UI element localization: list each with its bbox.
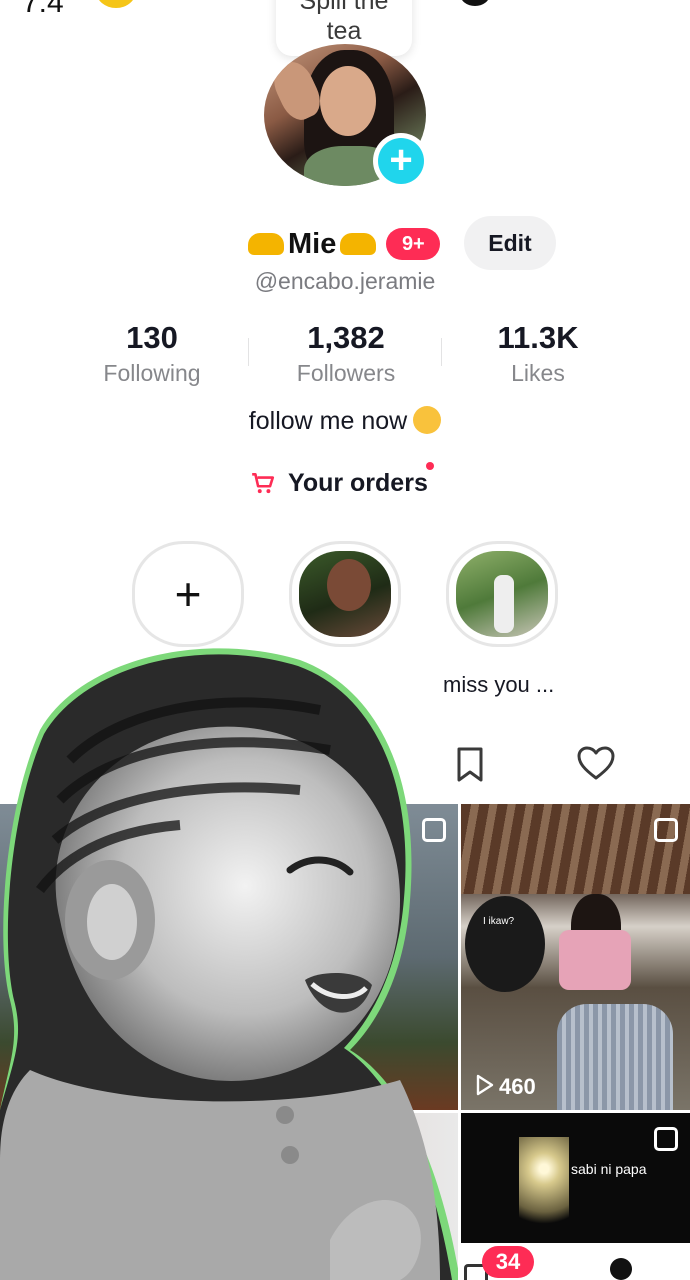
edit-profile-button[interactable]: Edit (464, 216, 556, 270)
view-count: 460 (475, 1074, 536, 1100)
highlight-cover (456, 551, 548, 637)
username: @encabo.jeramie (254, 268, 436, 294)
stat-value: 11.3K (497, 320, 579, 355)
heart-hands-icon (248, 233, 284, 255)
stat-divider (248, 338, 249, 366)
christmas-tree-image (519, 1137, 569, 1243)
inbox-badge[interactable]: 34 (482, 1246, 534, 1278)
your-orders-link[interactable]: Your orders (250, 462, 434, 500)
video-tile[interactable]: I ikaw? 460 (461, 804, 690, 1110)
add-story-button[interactable]: + (373, 133, 429, 189)
carousel-icon (654, 818, 678, 842)
highlight-item[interactable] (446, 541, 558, 647)
smiling-face-icon (413, 406, 442, 434)
tile-scene (559, 930, 631, 990)
name-row: Mie 9+ (248, 224, 441, 264)
plus-icon: + (378, 138, 424, 184)
bio: follow me now (0, 406, 690, 436)
status-icons (460, 0, 660, 8)
notification-badge[interactable]: 9+ (386, 228, 441, 260)
cart-icon (252, 473, 275, 494)
stat-value: 130 (126, 320, 178, 355)
stat-likes[interactable]: 11.3K Likes (453, 320, 623, 390)
tab-liked[interactable] (576, 744, 616, 784)
avatar-face (320, 66, 376, 136)
display-name: Mie (288, 227, 337, 260)
stat-label: Likes (511, 360, 565, 386)
heart-hands-icon (340, 233, 377, 255)
add-highlight-button[interactable]: + (132, 541, 244, 647)
profile-tab-icon[interactable] (610, 1258, 632, 1280)
stat-followers[interactable]: 1,382 Followers (261, 320, 431, 390)
stat-label: Followers (296, 360, 396, 386)
stat-divider (441, 338, 442, 366)
status-time: 7:4 (22, 0, 64, 19)
carousel-icon (654, 1127, 678, 1151)
tile-scene (465, 896, 545, 992)
note-line-2: tea (326, 17, 362, 45)
stat-label: Following (103, 360, 201, 386)
video-tile[interactable]: sabi ni papa (461, 1113, 690, 1243)
tile-scene (461, 804, 690, 894)
note-line-1: Spill the (299, 0, 389, 15)
status-emoji-icon (96, 0, 136, 8)
your-orders-label: Your orders (288, 468, 428, 497)
highlight-cover (299, 551, 391, 637)
orders-notification-dot (425, 462, 434, 470)
stat-value: 1,382 (307, 320, 385, 355)
stat-following[interactable]: 130 Following (67, 320, 237, 390)
bio-text: follow me now (248, 407, 408, 435)
play-icon (476, 1074, 494, 1096)
highlight-item[interactable] (289, 541, 401, 647)
tile-scene (557, 1004, 673, 1110)
tile-caption: I ikaw? (483, 916, 515, 927)
camera-dot-icon (460, 0, 490, 6)
view-count-value: 460 (499, 1074, 536, 1099)
tile-caption: sabi ni papa (571, 1161, 647, 1177)
laughing-baby-sticker (0, 648, 460, 1280)
